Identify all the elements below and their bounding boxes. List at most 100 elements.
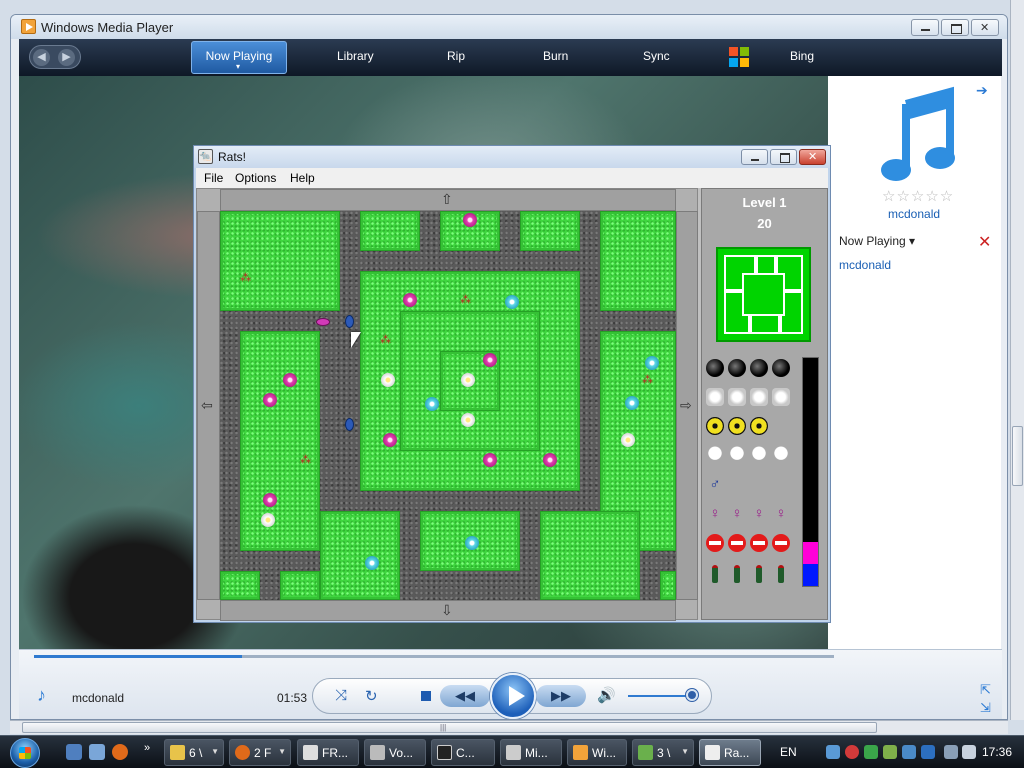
radiation-icon[interactable] bbox=[706, 417, 724, 435]
taskbar-button-folders[interactable]: 6 \ ▼ bbox=[164, 739, 224, 766]
maze-board[interactable]: ⁂ ⁂ ⁂ ⁂ ⁂ bbox=[220, 211, 676, 600]
poison-icon[interactable] bbox=[772, 446, 790, 464]
network-tray-icon[interactable] bbox=[826, 745, 840, 759]
volume-knob[interactable] bbox=[686, 689, 698, 701]
seek-bar[interactable] bbox=[34, 655, 834, 658]
volume-slider[interactable] bbox=[628, 695, 693, 697]
bottle-icon[interactable] bbox=[772, 563, 790, 583]
vscroll-thumb[interactable] bbox=[1012, 426, 1023, 486]
gas-icon[interactable] bbox=[750, 388, 768, 406]
tab-rip[interactable]: Rip bbox=[447, 49, 465, 63]
switch-to-fullscreen-icon[interactable]: ⇱ bbox=[980, 682, 991, 698]
female-icon[interactable]: ♀ bbox=[706, 505, 724, 523]
horizontal-scrollbar[interactable]: ||| bbox=[10, 720, 1008, 734]
tab-sync[interactable]: Sync bbox=[643, 49, 670, 63]
poison-icon[interactable] bbox=[750, 446, 768, 464]
rating-stars[interactable]: ☆☆☆☆☆ bbox=[882, 187, 954, 205]
menu-file[interactable]: File bbox=[204, 171, 223, 185]
poison-icon[interactable] bbox=[706, 446, 724, 464]
radiation-icon[interactable] bbox=[750, 417, 768, 435]
start-button[interactable] bbox=[10, 738, 40, 768]
next-icon[interactable]: ▶▶ bbox=[536, 685, 586, 707]
switch-windows-icon[interactable] bbox=[89, 744, 105, 760]
back-arrow-icon[interactable]: ◀ bbox=[33, 49, 50, 66]
clock[interactable]: 17:36 bbox=[982, 745, 1012, 759]
monitor-tray-icon[interactable] bbox=[902, 745, 916, 759]
female-icon[interactable]: ♀ bbox=[728, 505, 746, 523]
stop-sign-icon[interactable] bbox=[750, 534, 768, 552]
rats-maximize-button[interactable] bbox=[770, 149, 797, 165]
bomb-icon[interactable] bbox=[706, 359, 724, 377]
language-indicator[interactable]: EN bbox=[780, 745, 797, 759]
scroll-left-strip[interactable]: ⇦ bbox=[197, 211, 220, 600]
stop-sign-icon[interactable] bbox=[706, 534, 724, 552]
stop-sign-icon[interactable] bbox=[728, 534, 746, 552]
taskbar-button-firefox[interactable]: 2 F ▼ bbox=[229, 739, 291, 766]
scroll-up-strip[interactable]: ⇧ bbox=[220, 189, 676, 211]
radiation-icon[interactable] bbox=[728, 417, 746, 435]
stop-sign-icon[interactable] bbox=[772, 534, 790, 552]
rats-titlebar[interactable]: 🐀 Rats! bbox=[194, 146, 830, 168]
gas-icon[interactable] bbox=[772, 388, 790, 406]
tab-library[interactable]: Library bbox=[337, 49, 374, 63]
male-icon[interactable]: ♂ bbox=[706, 476, 724, 494]
bottle-icon[interactable] bbox=[750, 563, 768, 583]
bomb-icon[interactable] bbox=[728, 359, 746, 377]
play-button[interactable] bbox=[490, 673, 536, 719]
bomb-icon[interactable] bbox=[772, 359, 790, 377]
tab-now-playing[interactable]: Now Playing bbox=[191, 41, 287, 74]
taskbar-button-mi[interactable]: Mi... bbox=[500, 739, 562, 766]
gas-icon[interactable] bbox=[706, 388, 724, 406]
switch-to-skin-icon[interactable]: ⇲ bbox=[980, 700, 991, 716]
taskbar-button-wmp[interactable]: Wi... bbox=[567, 739, 627, 766]
taskbar-button-7zip[interactable]: C... bbox=[431, 739, 495, 766]
clear-list-icon[interactable]: ✕ bbox=[978, 232, 991, 252]
show-desktop-icon[interactable] bbox=[66, 744, 82, 760]
now-playing-dropdown[interactable]: Now Playing ▾ bbox=[839, 234, 915, 248]
rat-male[interactable] bbox=[345, 315, 354, 328]
wmp-close-button[interactable] bbox=[971, 19, 999, 36]
tab-bing[interactable]: Bing bbox=[790, 49, 814, 63]
scroll-right-strip[interactable]: ⇨ bbox=[676, 211, 698, 600]
scroll-down-strip[interactable]: ⇩ bbox=[220, 600, 676, 621]
shuffle-icon[interactable]: ⤨ bbox=[335, 687, 347, 704]
minimap[interactable] bbox=[716, 247, 811, 342]
poison-icon[interactable] bbox=[728, 446, 746, 464]
stop-icon[interactable] bbox=[421, 691, 431, 701]
wmp-minimize-button[interactable] bbox=[911, 19, 939, 36]
forward-arrow-icon[interactable]: ▶ bbox=[58, 49, 75, 66]
female-icon[interactable]: ♀ bbox=[772, 505, 790, 523]
vertical-scrollbar[interactable] bbox=[1010, 0, 1024, 720]
bottle-icon[interactable] bbox=[728, 563, 746, 583]
gas-icon[interactable] bbox=[728, 388, 746, 406]
taskbar-button-fr[interactable]: FR... bbox=[297, 739, 359, 766]
bottle-icon[interactable] bbox=[706, 563, 724, 583]
taskbar-button-group[interactable]: 3 \ ▼ bbox=[632, 739, 694, 766]
volume-tray-icon[interactable] bbox=[962, 745, 976, 759]
wmp-titlebar[interactable]: Windows Media Player bbox=[11, 15, 1007, 39]
display-tray-icon[interactable] bbox=[944, 745, 958, 759]
tab-burn[interactable]: Burn bbox=[543, 49, 568, 63]
rats-minimize-button[interactable] bbox=[741, 149, 768, 165]
firefox-icon[interactable] bbox=[112, 744, 128, 760]
rat-female[interactable] bbox=[316, 318, 330, 326]
panel-arrow-icon[interactable]: ➔ bbox=[976, 82, 988, 99]
album-title[interactable]: mcdonald bbox=[888, 207, 940, 221]
taskbar-button-vo[interactable]: Vo... bbox=[364, 739, 426, 766]
menu-options[interactable]: Options bbox=[235, 171, 276, 185]
app-tray-icon[interactable] bbox=[883, 745, 897, 759]
rats-close-button[interactable] bbox=[799, 149, 826, 165]
update-tray-icon[interactable] bbox=[864, 745, 878, 759]
menu-help[interactable]: Help bbox=[290, 171, 315, 185]
previous-icon[interactable]: ◀◀ bbox=[440, 685, 490, 707]
playlist-item[interactable]: mcdonald bbox=[839, 258, 891, 272]
hscroll-thumb[interactable] bbox=[22, 722, 877, 733]
female-icon[interactable]: ♀ bbox=[750, 505, 768, 523]
repeat-icon[interactable]: ↻ bbox=[365, 687, 378, 705]
bomb-icon[interactable] bbox=[750, 359, 768, 377]
security-tray-icon[interactable] bbox=[845, 745, 859, 759]
rat-male[interactable] bbox=[345, 418, 354, 431]
quicklaunch-more-icon[interactable]: » bbox=[144, 742, 150, 754]
wmp-maximize-button[interactable] bbox=[941, 19, 969, 36]
bluetooth-tray-icon[interactable] bbox=[921, 745, 935, 759]
